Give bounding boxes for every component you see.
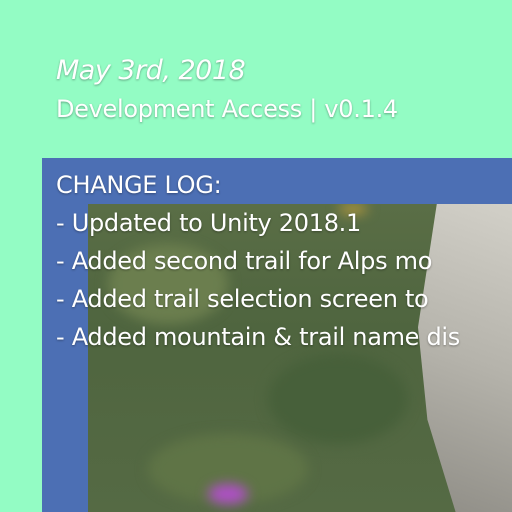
- grass-patch: [268, 354, 408, 444]
- changelog-heading: CHANGE LOG:: [56, 171, 222, 199]
- changelog-item: - Added trail selection screen to: [56, 285, 429, 313]
- flower-spot: [208, 484, 248, 504]
- update-notes: May 3rd, 2018 Development Access | v0.1.…: [56, 52, 476, 356]
- changelog-item: - Added second trail for Alps mo: [56, 247, 433, 275]
- build-version: Development Access | v0.1.4: [56, 95, 398, 123]
- screen: { "update_note": { "date": "May 3rd, 201…: [0, 0, 512, 512]
- release-date: May 3rd, 2018: [56, 55, 246, 86]
- changelog-item: - Added mountain & trail name dis: [56, 323, 460, 351]
- changelog-item: - Updated to Unity 2018.1: [56, 209, 361, 237]
